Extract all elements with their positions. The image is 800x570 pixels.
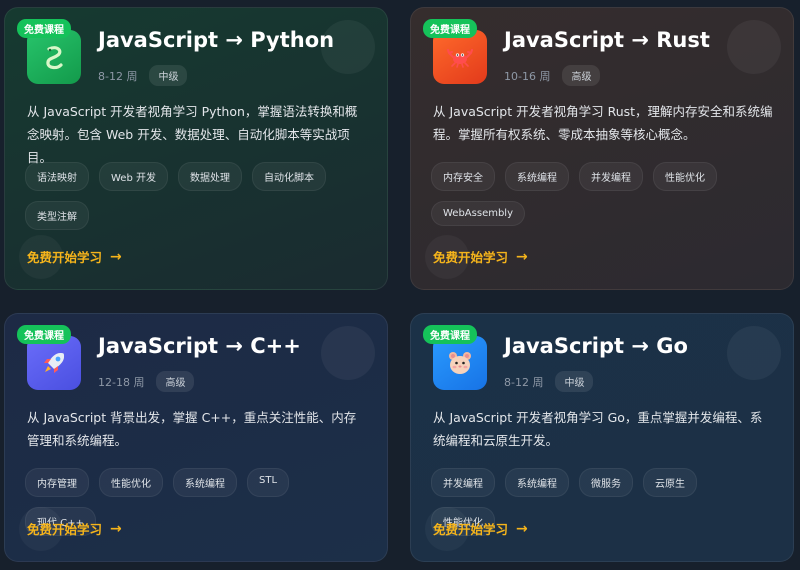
course-meta: 12-18 周 高级 <box>98 371 195 392</box>
free-course-badge: 免费课程 <box>423 19 477 38</box>
start-learning-link[interactable]: 免费开始学习 → <box>27 519 122 538</box>
level-badge: 中级 <box>149 65 188 86</box>
crab-icon <box>433 30 487 84</box>
course-card-go[interactable]: 免费课程 JavaScript → Go 8-12 周 中级 从 JavaScr… <box>410 313 794 562</box>
decorative-circle <box>727 20 781 74</box>
topic-tag: WebAssembly <box>431 201 525 226</box>
course-card-rust[interactable]: 免费课程 JavaScript → Rust 10-16 周 高级 从 Java… <box>410 7 794 290</box>
topic-tag: 语法映射 <box>25 162 89 191</box>
cta-label: 免费开始学习 <box>27 250 103 265</box>
course-duration: 8-12 周 <box>504 375 544 389</box>
topic-tag: 数据处理 <box>177 162 242 191</box>
topic-tag: 内存安全 <box>431 162 495 191</box>
course-title: JavaScript → C++ <box>98 334 301 358</box>
course-duration: 10-16 周 <box>504 69 551 83</box>
course-description: 从 JavaScript 开发者视角学习 Go，重点掌握并发编程、系统编程和云原… <box>433 410 763 448</box>
tag-list: 语法映射 Web 开发 数据处理 自动化脚本 类型注解 <box>25 162 345 240</box>
hamster-icon <box>433 336 487 390</box>
cta-label: 免费开始学习 <box>433 250 509 265</box>
start-learning-link[interactable]: 免费开始学习 → <box>433 247 528 266</box>
topic-tag: 微服务 <box>579 468 633 497</box>
level-badge: 中级 <box>555 371 594 392</box>
course-duration: 12-18 周 <box>98 375 145 389</box>
tag-list: 内存安全 系统编程 并发编程 性能优化 WebAssembly <box>431 162 751 236</box>
topic-tag: 性能优化 <box>653 162 717 191</box>
arrow-right-icon: → <box>110 520 122 537</box>
level-badge: 高级 <box>562 65 601 86</box>
topic-tag: STL <box>247 468 290 497</box>
topic-tag: 系统编程 <box>505 162 569 191</box>
course-meta: 10-16 周 高级 <box>504 65 601 86</box>
arrow-right-icon: → <box>516 248 528 265</box>
arrow-right-icon: → <box>516 520 528 537</box>
cta-label: 免费开始学习 <box>433 522 509 537</box>
topic-tag: 系统编程 <box>173 468 237 497</box>
python-snake-icon <box>27 30 81 84</box>
course-description: 从 JavaScript 开发者视角学习 Python，掌握语法转换和概念映射。… <box>27 104 358 165</box>
course-description: 从 JavaScript 背景出发，掌握 C++，重点关注性能、内存管理和系统编… <box>27 410 357 448</box>
course-title: JavaScript → Python <box>98 28 335 52</box>
start-learning-link[interactable]: 免费开始学习 → <box>27 247 122 266</box>
course-title: JavaScript → Rust <box>504 28 710 52</box>
start-learning-link[interactable]: 免费开始学习 → <box>433 519 528 538</box>
topic-tag: 并发编程 <box>431 468 495 497</box>
topic-tag: 类型注解 <box>25 201 89 230</box>
level-badge: 高级 <box>156 371 195 392</box>
topic-tag: 自动化脚本 <box>251 162 326 191</box>
course-title: JavaScript → Go <box>504 334 688 358</box>
topic-tag: 系统编程 <box>505 468 569 497</box>
free-course-badge: 免费课程 <box>423 325 477 344</box>
free-course-badge: 免费课程 <box>17 19 71 38</box>
cta-label: 免费开始学习 <box>27 522 103 537</box>
decorative-circle <box>727 326 781 380</box>
rocket-icon <box>27 336 81 390</box>
topic-tag: 内存管理 <box>25 468 89 497</box>
course-card-python[interactable]: 免费课程 JavaScript → Python 8-12 周 中级 从 Jav… <box>4 7 388 290</box>
decorative-circle <box>321 326 375 380</box>
course-card-cpp[interactable]: 免费课程 JavaScript → C++ 12-18 周 高级 从 JavaS… <box>4 313 388 562</box>
topic-tag: 并发编程 <box>579 162 643 191</box>
course-duration: 8-12 周 <box>98 69 138 83</box>
course-description: 从 JavaScript 开发者视角学习 Rust，理解内存安全和系统编程。掌握… <box>433 104 773 142</box>
topic-tag: Web 开发 <box>99 162 168 191</box>
arrow-right-icon: → <box>110 248 122 265</box>
free-course-badge: 免费课程 <box>17 325 71 344</box>
course-meta: 8-12 周 中级 <box>98 65 188 86</box>
course-meta: 8-12 周 中级 <box>504 371 594 392</box>
topic-tag: 云原生 <box>643 468 697 497</box>
topic-tag: 性能优化 <box>99 468 163 497</box>
